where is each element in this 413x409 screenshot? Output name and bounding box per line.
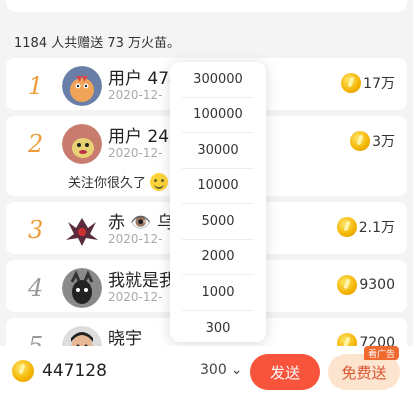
amount-option[interactable]: 30000	[182, 133, 254, 169]
coin-icon	[12, 360, 34, 382]
username: 用户 24	[108, 127, 170, 147]
gift-value: 2.1万	[358, 220, 395, 236]
avatar[interactable]	[62, 66, 102, 106]
amount-option[interactable]: 300	[182, 311, 254, 347]
coin-icon	[337, 275, 358, 295]
amount-option[interactable]: 100000	[182, 98, 254, 133]
gift-date: 2020-12-	[108, 232, 163, 246]
ad-badge: 看广告	[364, 346, 400, 360]
bottom-bar: 447128 300 ⌄ 发送 免费送 看广告	[0, 346, 413, 409]
rank-number: 2	[28, 130, 44, 158]
rank-number: 4	[28, 274, 44, 302]
previous-card	[6, 0, 407, 12]
gift-summary: 1184 人共赠送 73 万火苗。	[14, 36, 181, 51]
gift-amount: 9300	[337, 275, 395, 295]
rank-number: 3	[28, 216, 44, 244]
avatar[interactable]	[62, 268, 102, 308]
message-text: 关注你很久了	[68, 176, 147, 191]
gift-value: 17万	[363, 76, 395, 92]
coin-icon	[341, 73, 362, 93]
amount-option[interactable]: 2000	[182, 240, 254, 275]
coin-icon	[336, 217, 357, 237]
avatar[interactable]	[62, 210, 102, 250]
balance: 447128	[12, 360, 107, 382]
username: 我就是我	[108, 271, 176, 291]
smiley-emoji-icon	[150, 172, 169, 191]
gift-date: 2020-12-	[108, 146, 163, 160]
avatar[interactable]	[62, 124, 102, 164]
amount-dropdown[interactable]: 300000 100000 30000 10000 5000 2000 1000…	[170, 62, 266, 342]
amount-option[interactable]: 10000	[182, 169, 254, 204]
gift-date: 2020-12-	[108, 88, 163, 102]
gift-value: 9300	[359, 277, 395, 293]
gift-amount: 3万	[350, 131, 395, 151]
send-button[interactable]: 发送	[250, 354, 320, 390]
username: 赤 👁️ 乌	[108, 213, 174, 233]
amount-selector[interactable]: 300 ⌄	[200, 362, 242, 378]
balance-value: 447128	[42, 361, 107, 381]
coin-icon	[350, 131, 371, 151]
gift-value: 3万	[372, 134, 395, 150]
selected-amount: 300	[200, 362, 227, 378]
gift-date: 2020-12-	[108, 290, 163, 304]
gift-amount: 2.1万	[336, 217, 395, 237]
chevron-down-icon: ⌄	[230, 362, 243, 378]
rank-number: 1	[28, 72, 44, 100]
gift-amount: 17万	[341, 73, 395, 93]
amount-option[interactable]: 1000	[182, 275, 254, 311]
amount-option[interactable]: 5000	[182, 204, 254, 240]
gift-message: 关注你很久了	[68, 172, 169, 191]
amount-option[interactable]: 300000	[182, 62, 254, 98]
